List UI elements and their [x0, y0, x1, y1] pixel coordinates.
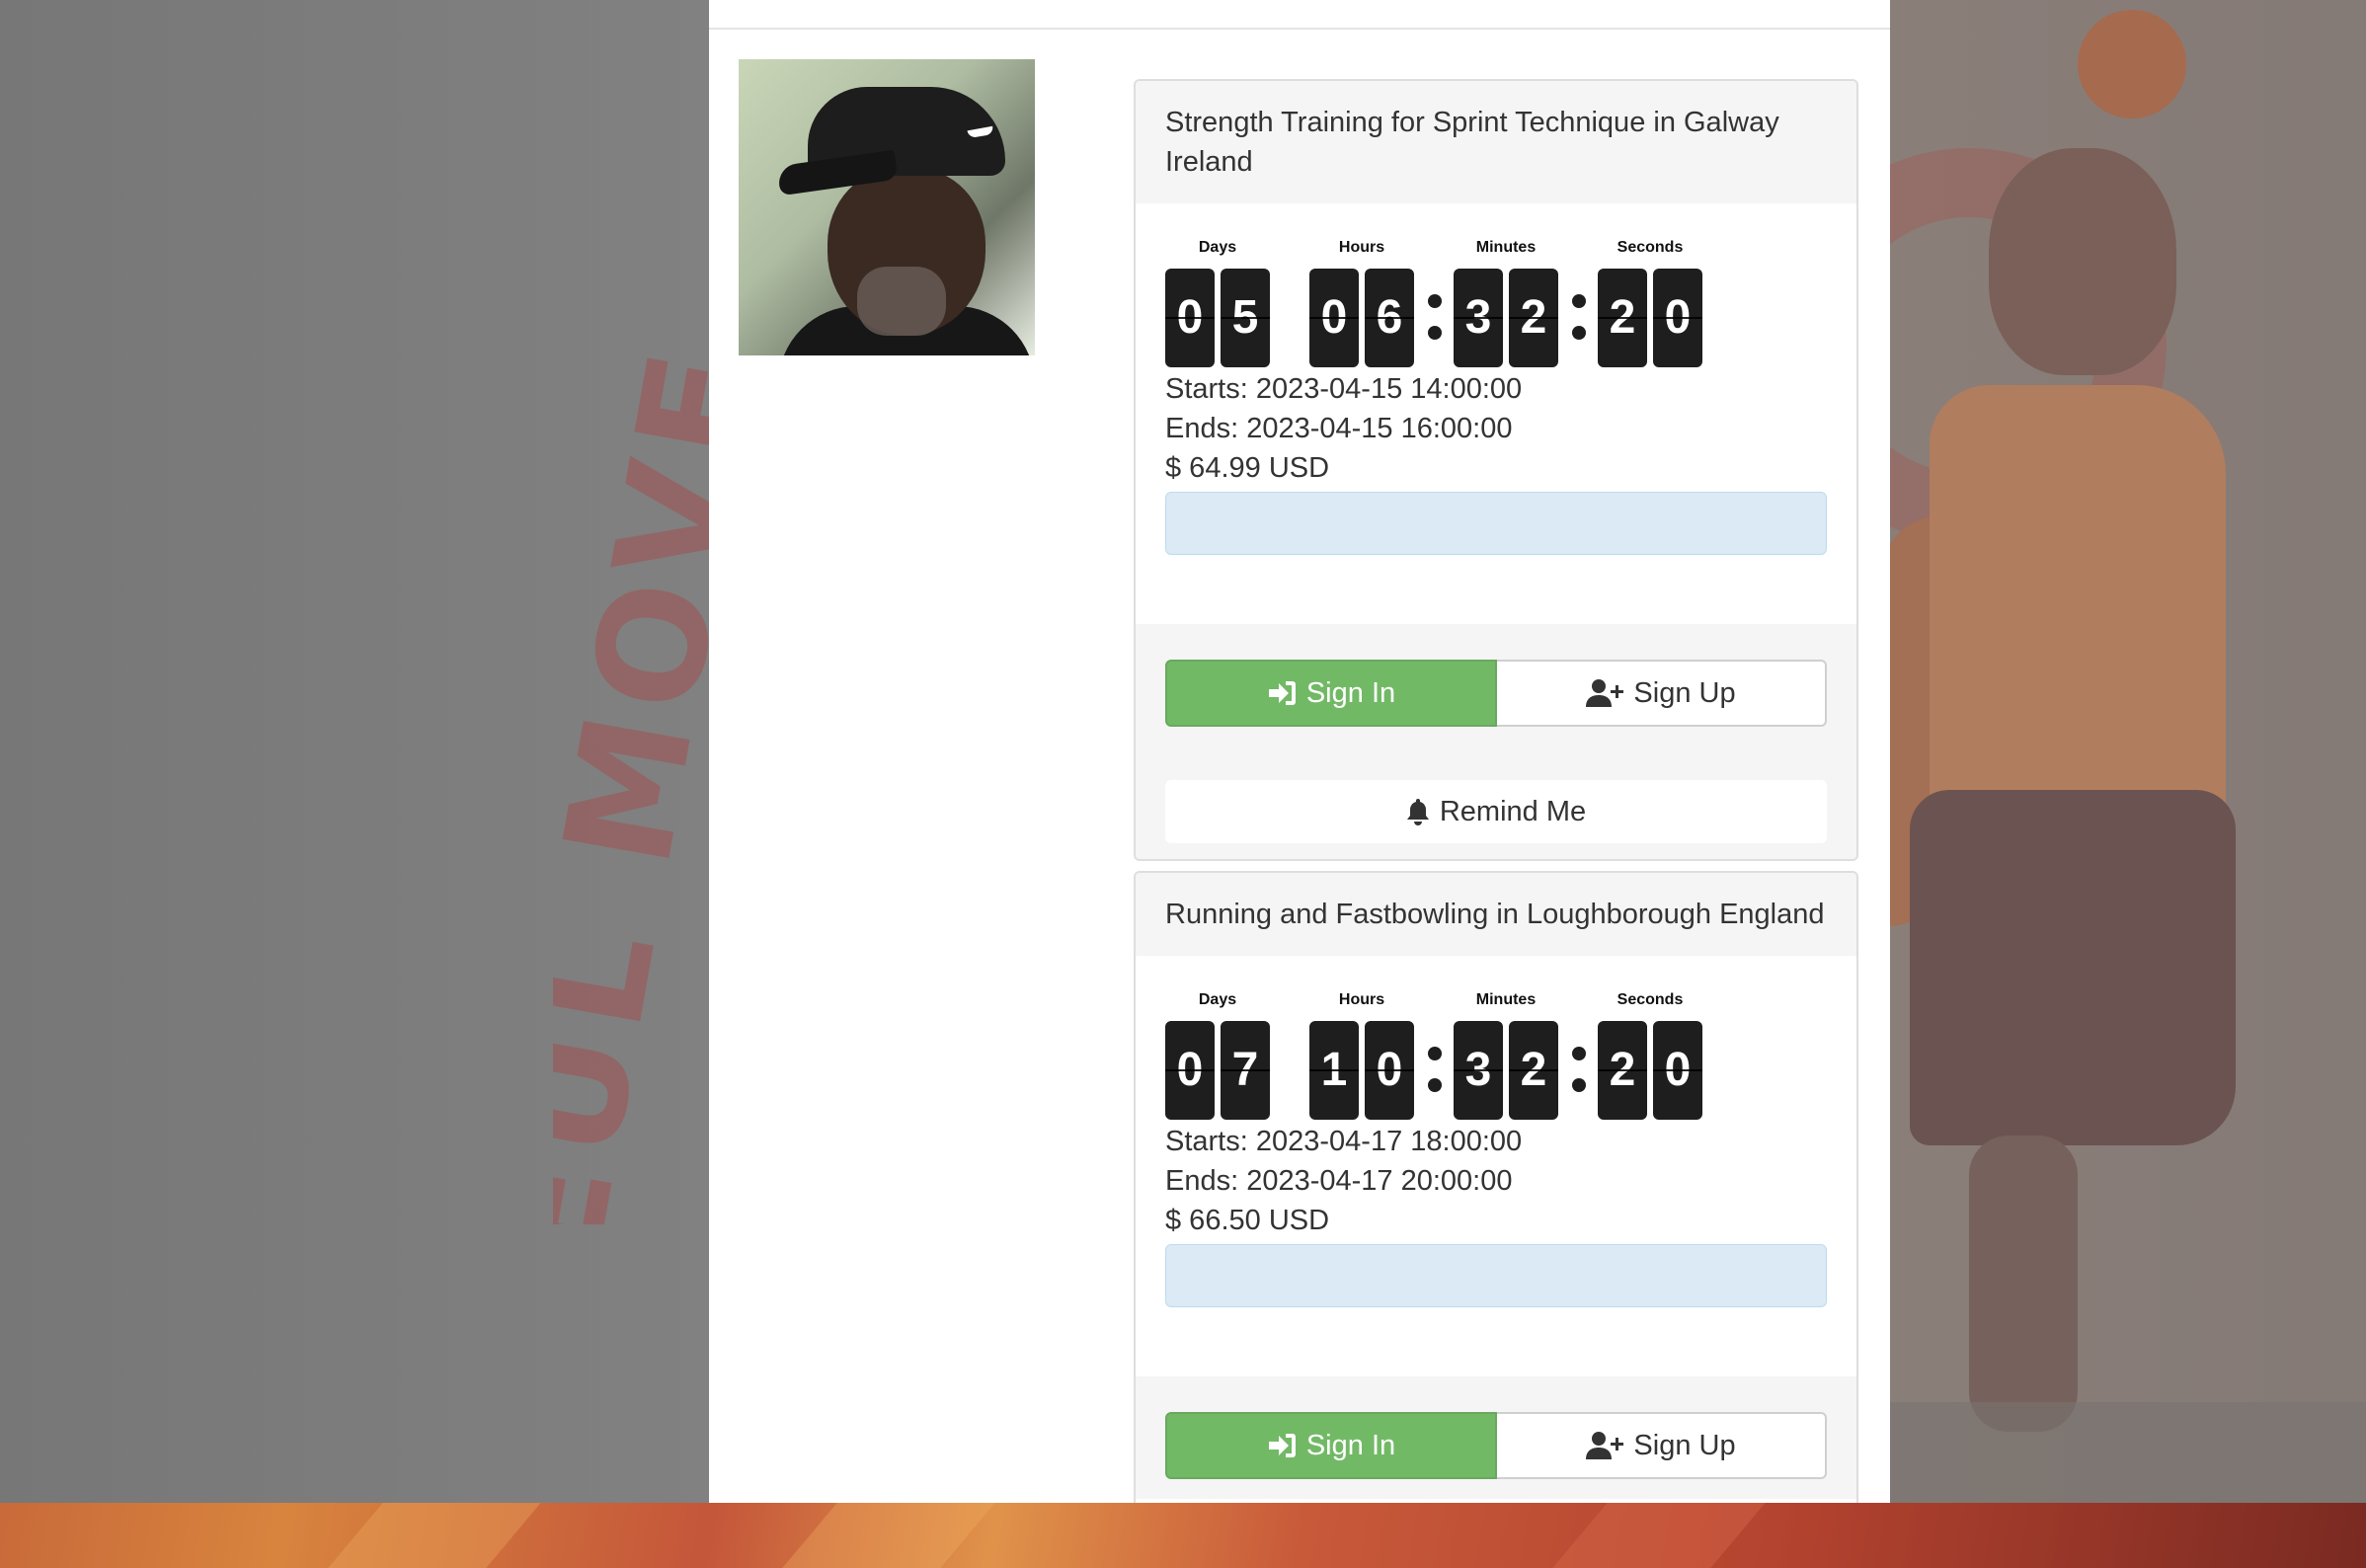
countdown-timer: 0 5 0 6 3 2 2 0	[1165, 269, 1827, 369]
countdown-timer: 0 7 1 0 3 2 2 0	[1165, 1021, 1827, 1122]
countdown-labels: Days Hours Minutes Seconds	[1165, 991, 1827, 1021]
event-card: Strength Training for Sprint Technique i…	[1134, 79, 1858, 861]
event-actions: Sign In Sign Up	[1136, 1376, 1856, 1499]
countdown-separator	[1570, 1047, 1588, 1096]
event-body: Days Hours Minutes Seconds 0 7 1 0 3 2 2…	[1136, 991, 1856, 1307]
event-ends: Ends: 2023-04-15 16:00:00	[1165, 413, 1513, 444]
countdown-separator	[1570, 294, 1588, 344]
event-title: Strength Training for Sprint Technique i…	[1136, 81, 1856, 203]
countdown-digit: 6	[1365, 269, 1414, 367]
countdown-digit: 7	[1221, 1021, 1270, 1120]
countdown-labels: Days Hours Minutes Seconds	[1165, 239, 1827, 269]
countdown-label-days: Days	[1198, 239, 1237, 256]
sign-up-label: Sign Up	[1633, 676, 1736, 709]
sign-in-button[interactable]: Sign In	[1165, 1412, 1497, 1479]
event-starts: Starts: 2023-04-15 14:00:00	[1165, 373, 1523, 405]
countdown-digit: 2	[1509, 269, 1558, 367]
countdown-digit: 3	[1454, 269, 1503, 367]
sign-in-button[interactable]: Sign In	[1165, 660, 1497, 727]
event-info: Starts: 2023-04-15 14:00:00 Ends: 2023-0…	[1165, 369, 1827, 488]
countdown-digit: 5	[1221, 269, 1270, 367]
user-plus-icon	[1586, 1431, 1624, 1460]
countdown-digit: 0	[1165, 269, 1215, 367]
countdown-digit: 2	[1509, 1021, 1558, 1120]
event-info-box	[1165, 492, 1827, 555]
event-ends: Ends: 2023-04-17 20:00:00	[1165, 1165, 1513, 1197]
event-info-box	[1165, 1244, 1827, 1307]
sign-in-label: Sign In	[1305, 1429, 1396, 1461]
countdown-digit: 3	[1454, 1021, 1503, 1120]
countdown-digit: 0	[1653, 1021, 1702, 1120]
countdown-digit: 0	[1365, 1021, 1414, 1120]
countdown-label-seconds: Seconds	[1617, 991, 1684, 1008]
countdown-separator	[1426, 1047, 1444, 1096]
countdown-digit: 2	[1598, 1021, 1647, 1120]
footer-decorative-bar	[0, 1503, 2366, 1568]
countdown-digit: 0	[1653, 269, 1702, 367]
event-card: Running and Fastbowling in Loughborough …	[1134, 871, 1858, 1503]
event-price: $ 64.99 USD	[1165, 452, 1330, 484]
countdown-label-minutes: Minutes	[1475, 239, 1537, 256]
sign-up-button[interactable]: Sign Up	[1497, 660, 1827, 727]
event-price: $ 66.50 USD	[1165, 1205, 1330, 1236]
coach-photo	[739, 59, 1035, 355]
countdown-label-hours: Hours	[1338, 239, 1385, 256]
countdown-digit: 0	[1309, 269, 1359, 367]
user-plus-icon	[1586, 678, 1624, 708]
countdown-separator	[1426, 294, 1444, 344]
sign-up-label: Sign Up	[1633, 1429, 1736, 1461]
event-body: Days Hours Minutes Seconds 0 5 0 6 3 2 2…	[1136, 239, 1856, 555]
countdown-label-days: Days	[1198, 991, 1237, 1008]
countdown-label-hours: Hours	[1338, 991, 1385, 1008]
countdown-label-minutes: Minutes	[1475, 991, 1537, 1008]
remind-me-button[interactable]: Remind Me	[1165, 780, 1827, 843]
countdown-digit: 1	[1309, 1021, 1359, 1120]
background-athlete-illustration	[1890, 0, 2366, 1503]
sign-in-arrow-icon	[1267, 679, 1297, 707]
panel-divider	[709, 28, 1890, 30]
sign-in-label: Sign In	[1305, 676, 1396, 709]
auth-button-group: Sign In Sign Up	[1165, 1412, 1827, 1479]
event-starts: Starts: 2023-04-17 18:00:00	[1165, 1126, 1523, 1157]
event-title: Running and Fastbowling in Loughborough …	[1136, 873, 1856, 956]
event-actions: Sign In Sign Up Remind Me	[1136, 624, 1856, 859]
sign-up-button[interactable]: Sign Up	[1497, 1412, 1827, 1479]
sign-in-arrow-icon	[1267, 1432, 1297, 1459]
countdown-digit: 0	[1165, 1021, 1215, 1120]
auth-button-group: Sign In Sign Up	[1165, 660, 1827, 727]
event-info: Starts: 2023-04-17 18:00:00 Ends: 2023-0…	[1165, 1122, 1827, 1240]
countdown-digit: 2	[1598, 269, 1647, 367]
main-panel: Strength Training for Sprint Technique i…	[709, 0, 1890, 1503]
bell-icon	[1406, 798, 1430, 825]
remind-me-label: Remind Me	[1439, 795, 1587, 827]
countdown-label-seconds: Seconds	[1617, 239, 1684, 256]
